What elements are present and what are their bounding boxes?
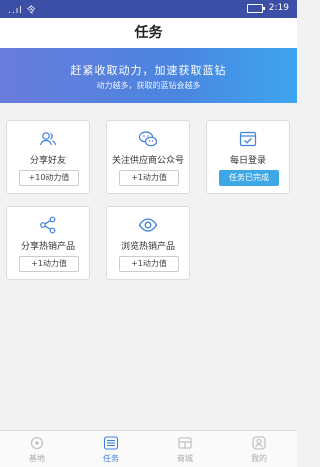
- hero-subline: 动力越多，获取的蓝钻会越多: [96, 81, 201, 90]
- battery-icon: [246, 3, 265, 13]
- calendar-check-icon: [239, 131, 257, 147]
- shop-icon: [178, 437, 192, 449]
- hero-banner: 赶紧收取动力，加速获取蓝钻 动力越多，获取的蓝钻会越多: [0, 48, 297, 103]
- tab-label: 任务: [103, 454, 119, 463]
- bottom-tab-bar: 基地 任务 商城 我的: [0, 430, 297, 467]
- tab-shop[interactable]: 商城: [148, 431, 222, 467]
- task-label: 分享热销产品: [20, 242, 75, 252]
- tab-label: 我的: [251, 454, 267, 463]
- task-card-browse-products[interactable]: 浏览热销产品 +1动力值: [106, 206, 190, 280]
- signal-indicator: ..ıl 令: [8, 6, 37, 16]
- status-time: 2:19: [268, 3, 289, 13]
- base-icon: [30, 436, 44, 450]
- wechat-icon: [138, 131, 158, 147]
- tab-mine[interactable]: 我的: [222, 431, 296, 467]
- page-title: 任务: [0, 18, 297, 48]
- users-icon: [39, 132, 57, 146]
- task-label: 浏览热销产品: [120, 242, 175, 252]
- task-card-share-products[interactable]: 分享热销产品 +1动力值: [6, 206, 90, 280]
- task-label: 每日登录: [229, 156, 266, 166]
- task-reward-button[interactable]: +1动力值: [119, 256, 179, 272]
- eye-icon: [138, 218, 158, 232]
- task-label: 分享好友: [29, 156, 66, 166]
- hero-headline: 赶紧收取动力，加速获取蓝钻: [70, 64, 227, 77]
- task-card-share-friends[interactable]: 分享好友 +10动力值: [6, 120, 90, 194]
- task-label: 关注供应商公众号: [111, 156, 184, 166]
- task-reward-button[interactable]: +10动力值: [19, 170, 79, 186]
- task-reward-button[interactable]: +1动力值: [119, 170, 179, 186]
- tab-label: 商城: [177, 454, 193, 463]
- tab-tasks[interactable]: 任务: [74, 431, 148, 467]
- tab-base[interactable]: 基地: [0, 431, 74, 467]
- task-card-follow-supplier[interactable]: 关注供应商公众号 +1动力值: [106, 120, 190, 194]
- task-reward-button[interactable]: +1动力值: [19, 256, 79, 272]
- user-icon: [252, 436, 266, 450]
- tab-label: 基地: [29, 454, 45, 463]
- status-bar: ..ıl 令 2:19: [0, 0, 297, 18]
- task-completed-badge: 任务已完成: [219, 170, 279, 186]
- list-icon: [103, 436, 119, 450]
- share-icon: [40, 216, 56, 234]
- task-card-daily-login[interactable]: 每日登录 任务已完成: [206, 120, 290, 194]
